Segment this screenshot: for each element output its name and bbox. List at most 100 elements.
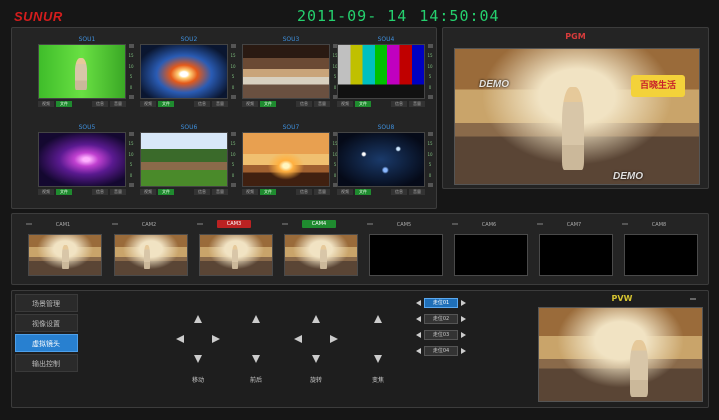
cam-slot-8[interactable]: CAM8 [620,220,698,276]
info-button[interactable]: 信息 [92,189,108,195]
volume-button[interactable]: 音量 [314,101,330,107]
info-button[interactable]: 信息 [391,189,407,195]
volume-button[interactable]: 音量 [212,101,228,107]
cam-preview-5[interactable] [369,234,443,276]
next-icon[interactable] [461,332,466,338]
volume-button[interactable]: 音量 [409,189,425,195]
move-down-icon[interactable] [194,355,202,363]
pvw-minimize-icon[interactable] [690,298,696,300]
source-preview-5[interactable] [38,132,126,187]
source-tile-5[interactable]: SOU5 15 10 5 0 视频 文件 信息 音量 [38,123,136,195]
cam-label: CAM6 [481,222,497,228]
position-button-1[interactable]: 走位01 [424,298,458,308]
next-icon[interactable] [461,316,466,322]
cam-label-pvw: CAM4 [302,220,336,228]
menu-item-output[interactable]: 输出控制 [15,354,78,372]
prev-icon[interactable] [416,300,421,306]
volume-button[interactable]: 音量 [110,189,126,195]
volume-scale: 15 10 5 0 [127,44,135,99]
demo-watermark: DEMO [479,79,509,90]
video-button[interactable]: 视频 [242,101,258,107]
source-tile-2[interactable]: SOU2 15 10 5 0 视频 文件 信息 音量 [140,35,238,107]
source-preview-3[interactable] [242,44,330,99]
video-button[interactable]: 视频 [38,101,54,107]
rotate-up-icon[interactable] [312,315,320,323]
cam-preview-3[interactable] [199,234,273,276]
source-tile-3[interactable]: SOU3 15 10 5 0 视频 文件 信息 音量 [242,35,340,107]
ptz-dolly: 前后 [234,311,278,393]
cam-preview-4[interactable] [284,234,358,276]
volume-button[interactable]: 音量 [314,189,330,195]
file-button[interactable]: 文件 [260,101,276,107]
source-preview-8[interactable] [337,132,425,187]
prev-icon[interactable] [416,348,421,354]
cam-preview-7[interactable] [539,234,613,276]
cam-label: CAM2 [141,222,157,228]
position-button-3[interactable]: 走位03 [424,330,458,340]
dolly-forward-icon[interactable] [252,315,260,323]
source-tile-4[interactable]: SOU4 15 10 5 0 视频 文件 信息 音量 [337,35,435,107]
cam-preview-6[interactable] [454,234,528,276]
file-button[interactable]: 文件 [56,189,72,195]
info-button[interactable]: 信息 [296,101,312,107]
volume-button[interactable]: 音量 [110,101,126,107]
source-tile-7[interactable]: SOU7 15 10 5 0 视频 文件 信息 音量 [242,123,340,195]
video-button[interactable]: 视频 [140,101,156,107]
dolly-back-icon[interactable] [252,355,260,363]
cam-slot-2[interactable]: CAM2 [110,220,188,276]
video-button[interactable]: 视频 [242,189,258,195]
rotate-right-icon[interactable] [330,335,338,343]
position-button-4[interactable]: 走位04 [424,346,458,356]
cam-slot-3[interactable]: CAM3 [195,220,273,276]
menu-item-video-settings[interactable]: 视像设置 [15,314,78,332]
volume-button[interactable]: 音量 [212,189,228,195]
file-button[interactable]: 文件 [158,101,174,107]
cam-slot-5[interactable]: CAM5 [365,220,443,276]
source-preview-4[interactable] [337,44,425,99]
cam-slot-7[interactable]: CAM7 [535,220,613,276]
prev-icon[interactable] [416,316,421,322]
info-button[interactable]: 信息 [92,101,108,107]
file-button[interactable]: 文件 [355,101,371,107]
move-right-icon[interactable] [212,335,220,343]
source-tile-6[interactable]: SOU6 15 10 5 0 视频 文件 信息 音量 [140,123,238,195]
rotate-down-icon[interactable] [312,355,320,363]
video-button[interactable]: 视频 [38,189,54,195]
file-button[interactable]: 文件 [56,101,72,107]
source-tile-8[interactable]: SOU8 15 10 5 0 视频 文件 信息 音量 [337,123,435,195]
cam-preview-2[interactable] [114,234,188,276]
rotate-left-icon[interactable] [294,335,302,343]
file-button[interactable]: 文件 [355,189,371,195]
prev-icon[interactable] [416,332,421,338]
source-preview-7[interactable] [242,132,330,187]
zoom-out-icon[interactable] [374,355,382,363]
volume-button[interactable]: 音量 [409,101,425,107]
source-title: SOU3 [282,36,300,43]
position-button-2[interactable]: 走位02 [424,314,458,324]
zoom-in-icon[interactable] [374,315,382,323]
menu-item-virtual-camera[interactable]: 虚拟镜头 [15,334,78,352]
video-button[interactable]: 视频 [337,189,353,195]
info-button[interactable]: 信息 [296,189,312,195]
cam-slot-6[interactable]: CAM6 [450,220,528,276]
video-button[interactable]: 视频 [140,189,156,195]
info-button[interactable]: 信息 [194,189,210,195]
cam-slot-4[interactable]: CAM4 [280,220,358,276]
move-left-icon[interactable] [176,335,184,343]
source-preview-6[interactable] [140,132,228,187]
info-button[interactable]: 信息 [194,101,210,107]
info-button[interactable]: 信息 [391,101,407,107]
cam-preview-1[interactable] [28,234,102,276]
source-preview-1[interactable] [38,44,126,99]
source-preview-2[interactable] [140,44,228,99]
cam-preview-8[interactable] [624,234,698,276]
next-icon[interactable] [461,348,466,354]
source-tile-1[interactable]: SOU1 15 10 5 0 视频 文件 信息 音量 [38,35,136,107]
file-button[interactable]: 文件 [158,189,174,195]
cam-slot-1[interactable]: CAM1 [24,220,102,276]
video-button[interactable]: 视频 [337,101,353,107]
next-icon[interactable] [461,300,466,306]
file-button[interactable]: 文件 [260,189,276,195]
move-up-icon[interactable] [194,315,202,323]
menu-item-scene[interactable]: 场景管理 [15,294,78,312]
